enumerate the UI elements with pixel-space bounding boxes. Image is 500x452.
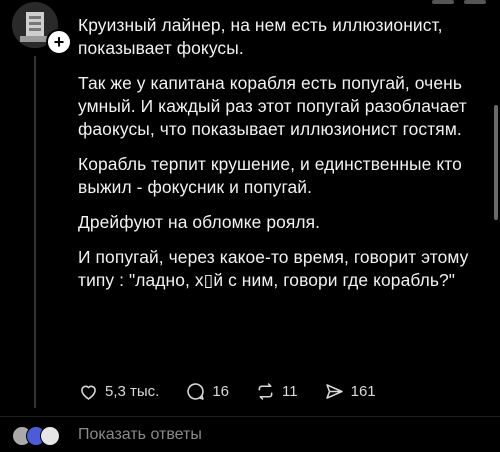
top-cutoff-strip [80,0,500,5]
follow-plus-icon[interactable]: + [46,29,72,55]
repost-icon [258,383,273,400]
post-paragraph: Круизный лайнер, на нем есть иллюзионист… [78,15,443,58]
repost-button[interactable]: 11 [255,381,298,402]
post-body: Круизный лайнер, на нем есть иллюзионист… [78,14,478,304]
reply-avatars [12,424,68,446]
show-replies-row[interactable]: Показать ответы [12,424,202,446]
thread-line [34,56,36,408]
reply-avatar [40,426,60,446]
comment-count: 16 [212,383,230,400]
divider [0,416,500,417]
post-paragraph: Так же у капитана корабля есть попугай, … [78,73,467,139]
like-button[interactable]: 5,3 тыс. [78,381,159,402]
post-paragraph: И попугай, через какое-то время, говорит… [78,247,469,290]
cutoff-element [432,0,454,4]
share-count: 161 [350,383,376,400]
post-actions: 5,3 тыс. 16 11 161 [78,381,402,402]
share-button[interactable]: 161 [324,381,376,402]
send-icon [325,384,343,399]
comment-bubble-icon [187,383,205,400]
scrollbar[interactable] [494,105,498,220]
post-paragraph: Дрейфуют на обломке рояля. [78,212,321,232]
like-count: 5,3 тыс. [105,383,160,400]
show-replies-label[interactable]: Показать ответы [78,426,202,444]
cutoff-element [464,0,486,4]
post-paragraph: Корабль терпит крушение, и единственные … [78,154,462,197]
comment-button[interactable]: 16 [185,381,229,402]
repost-count: 11 [282,383,298,400]
heart-icon [81,385,96,400]
